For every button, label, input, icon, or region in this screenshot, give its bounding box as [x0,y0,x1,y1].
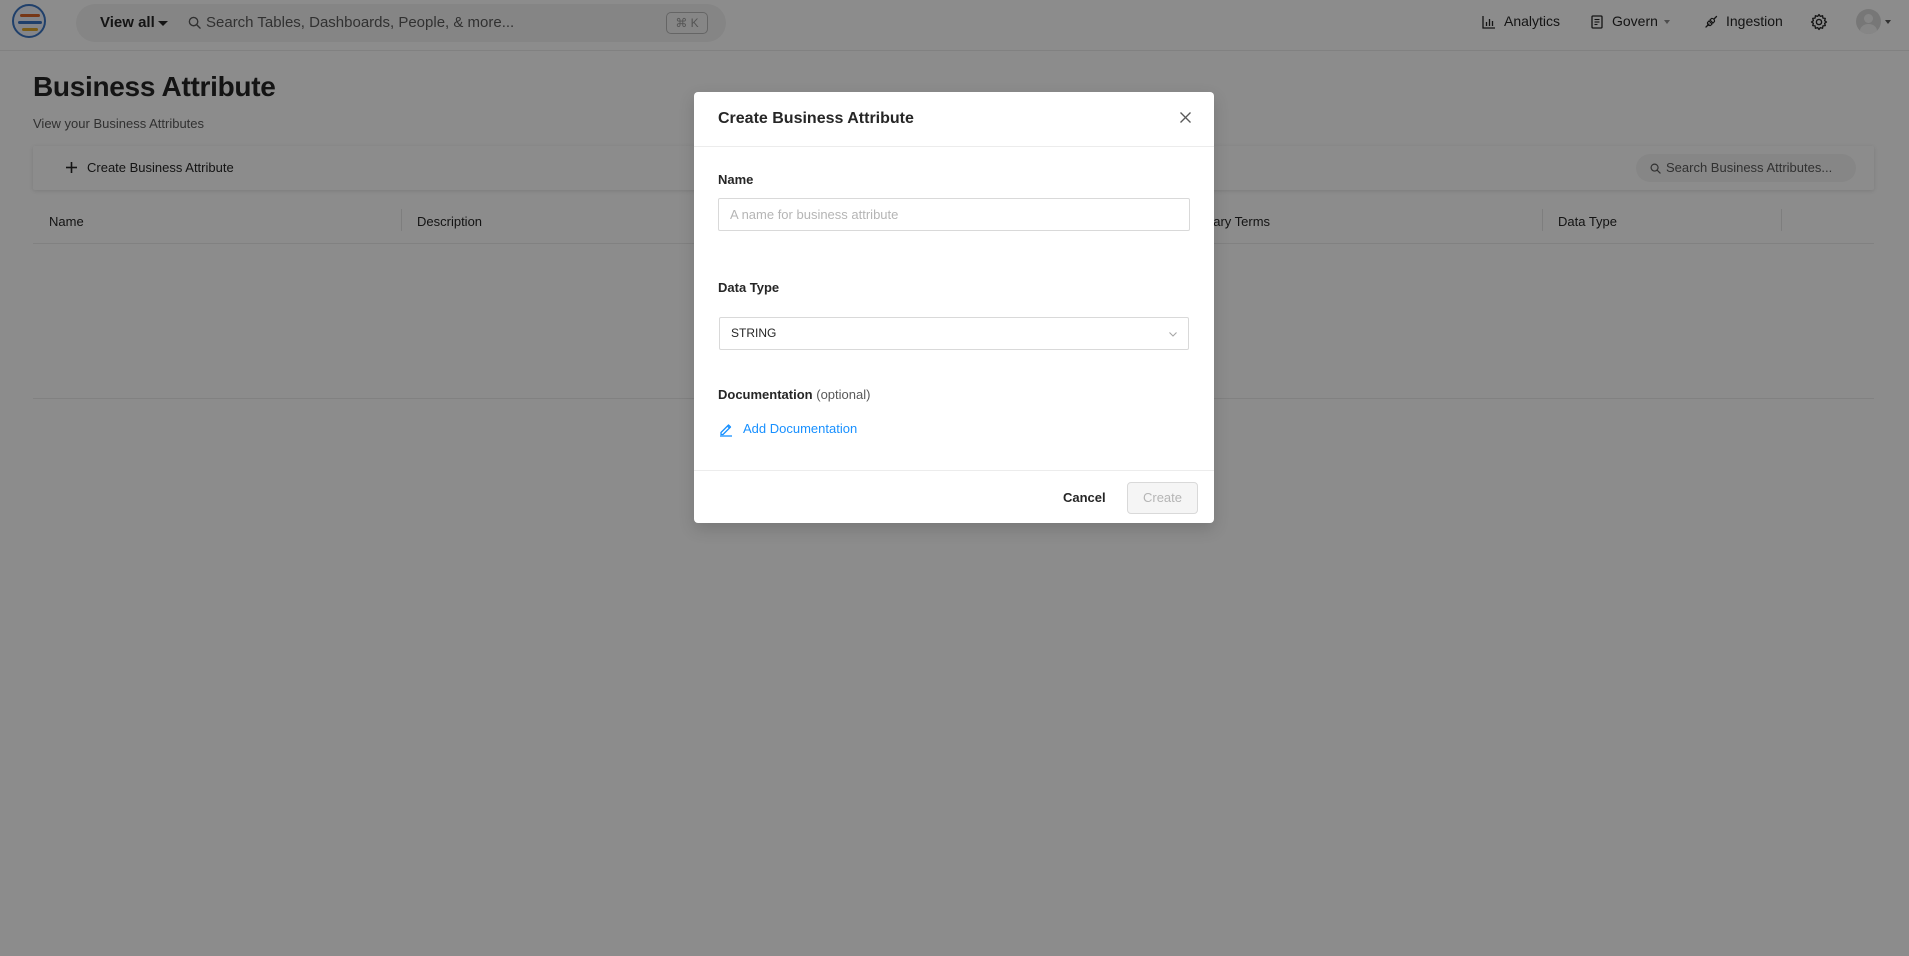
data-type-select[interactable]: STRING [719,317,1189,350]
documentation-optional-text: (optional) [816,387,871,402]
close-icon[interactable] [1179,111,1192,124]
cancel-button[interactable]: Cancel [1056,482,1113,514]
create-button[interactable]: Create [1127,482,1198,514]
modal-title: Create Business Attribute [718,110,914,127]
modal-footer: Cancel Create [694,470,1214,523]
edit-pencil-icon [720,424,732,437]
data-type-label: Data Type [718,280,780,295]
create-business-attribute-modal: Create Business Attribute Name Data Type… [694,92,1214,523]
name-input[interactable] [718,198,1190,231]
name-label: Name [718,172,754,187]
data-type-value: STRING [731,326,777,340]
add-documentation-button[interactable]: Add Documentation [718,420,857,438]
documentation-label: Documentation (optional) [718,387,870,402]
add-documentation-label: Add Documentation [743,421,858,436]
modal-header: Create Business Attribute [694,92,1214,147]
chevron-down-icon [1169,332,1177,337]
documentation-label-text: Documentation [718,387,813,402]
